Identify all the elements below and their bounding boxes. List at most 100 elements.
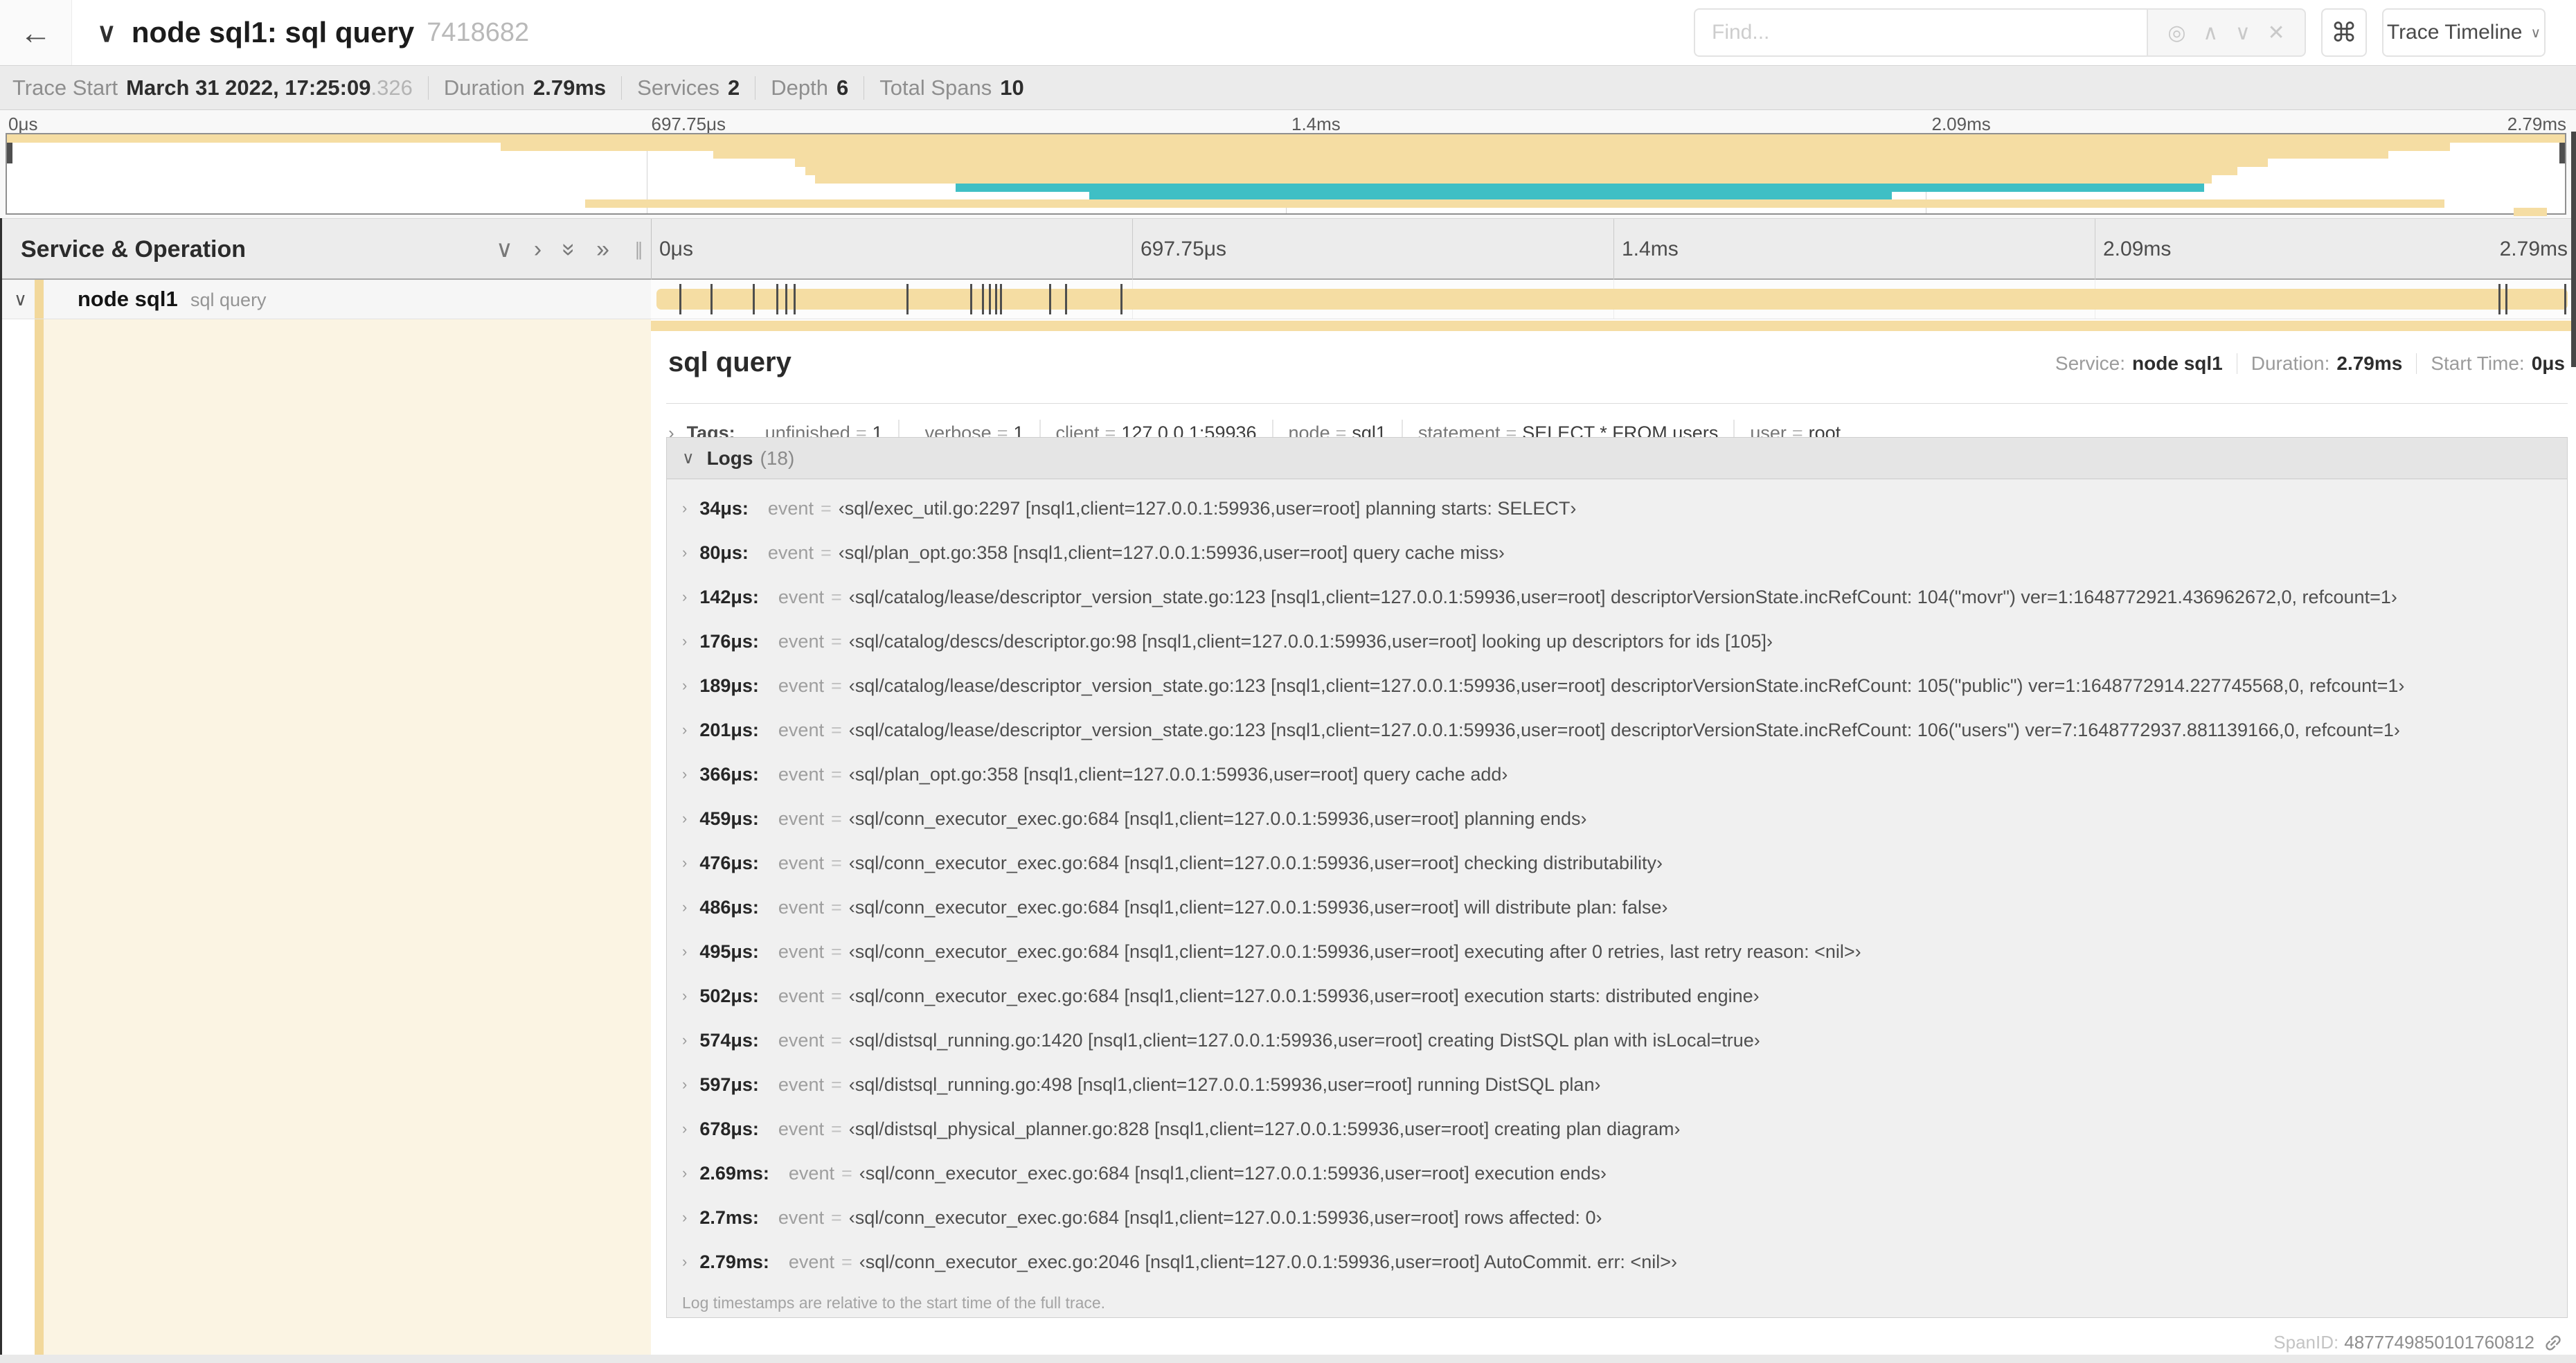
span-name-cell[interactable]: ∨ node sql1 sql query	[0, 280, 651, 319]
collapse-one-icon[interactable]: ∨	[496, 235, 513, 263]
page-header: ← ∨ node sql1: sql query 7418682 ◎∧∨✕ ⌘ …	[0, 0, 2576, 65]
back-button[interactable]: ←	[0, 0, 72, 65]
chevron-right-icon[interactable]: ›	[682, 810, 687, 828]
chevron-right-icon[interactable]: ›	[682, 943, 687, 961]
locate-icon[interactable]: ◎	[2167, 21, 2185, 45]
next-match-icon[interactable]: ∨	[2235, 21, 2251, 45]
log-timestamp: 176μs:	[699, 630, 759, 652]
log-tick-marker	[679, 284, 681, 314]
log-row[interactable]: › 502μs: event = ‹sql/conn_executor_exec.go:…	[667, 974, 2567, 1018]
chevron-right-icon[interactable]: ›	[682, 588, 687, 606]
stat-label: Duration:	[2251, 353, 2330, 374]
minimap-canvas[interactable]	[6, 133, 2566, 216]
expand-one-icon[interactable]: ›	[534, 236, 542, 263]
log-equals: =	[830, 719, 842, 740]
chevron-down-icon[interactable]: ∨	[682, 448, 695, 468]
trace-title: node sql1: sql query	[131, 16, 415, 48]
log-row[interactable]: › 366μs: event = ‹sql/plan_opt.go:358 [nsql1…	[667, 752, 2567, 796]
trace-collapse-icon[interactable]: ∨	[97, 17, 116, 48]
log-timestamp: 2.7ms:	[699, 1206, 759, 1228]
log-value: ‹sql/distsql_physical_planner.go:828 [ns…	[848, 1118, 1681, 1139]
detail-overview-stats: Service: node sql1 Duration: 2.79ms Start Ti…	[2055, 353, 2565, 375]
chevron-right-icon[interactable]: ›	[682, 544, 687, 562]
column-splitter[interactable]	[651, 219, 652, 280]
span-duration-bar[interactable]	[656, 284, 2568, 314]
summary-item-suffix: .326	[370, 75, 413, 100]
find-input[interactable]	[1694, 8, 2147, 57]
log-timestamp: 502μs:	[699, 985, 759, 1006]
summary-item-label: Trace Start	[12, 75, 118, 100]
log-timestamp: 486μs:	[699, 896, 759, 918]
log-tick-marker	[2498, 284, 2501, 314]
chevron-right-icon[interactable]: ›	[682, 898, 687, 916]
log-row[interactable]: › 678μs: event = ‹sql/distsql_physical_plann…	[667, 1107, 2567, 1151]
collapse-all-icon[interactable]: »	[555, 243, 582, 256]
log-row[interactable]: › 2.69ms: event = ‹sql/conn_executor_exec.go…	[667, 1151, 2567, 1195]
log-equals: =	[841, 1162, 852, 1184]
chevron-right-icon[interactable]: ›	[682, 1164, 687, 1182]
chevron-right-icon[interactable]: ›	[682, 1209, 687, 1227]
minimap-span	[584, 199, 2445, 208]
log-row[interactable]: › 176μs: event = ‹sql/catalog/descs/descript…	[667, 619, 2567, 663]
chevron-right-icon[interactable]: ›	[682, 632, 687, 650]
timeline-tick-label: 2.79ms	[2499, 238, 2568, 260]
log-tick-marker	[776, 284, 779, 314]
stat-label: Start Time:	[2431, 353, 2525, 374]
chevron-right-icon[interactable]: ›	[682, 721, 687, 739]
log-row[interactable]: › 2.7ms: event = ‹sql/conn_executor_exec.go:…	[667, 1195, 2567, 1240]
span-id-label: SpanID:	[2273, 1332, 2339, 1353]
summary-item-value: 10	[1000, 75, 1024, 100]
clear-icon[interactable]: ✕	[2267, 21, 2284, 45]
log-field-name: event	[778, 630, 824, 652]
log-row[interactable]: › 495μs: event = ‹sql/conn_executor_exec.go:…	[667, 929, 2567, 974]
log-row[interactable]: › 486μs: event = ‹sql/conn_executor_exec.go:…	[667, 885, 2567, 929]
column-resizer-grip[interactable]: ∥	[634, 219, 643, 280]
log-equals: =	[820, 497, 832, 519]
service-operation-header: Service & Operation	[21, 236, 247, 262]
detail-row-accent	[651, 321, 2576, 331]
span-color-strip	[35, 280, 44, 319]
timeline-gridline	[1132, 219, 1133, 280]
log-equals: =	[830, 852, 842, 873]
chevron-right-icon[interactable]: ›	[682, 499, 687, 517]
chevron-right-icon[interactable]: ›	[682, 1253, 687, 1271]
log-equals: =	[830, 1206, 842, 1228]
prev-match-icon[interactable]: ∧	[2203, 21, 2218, 45]
log-row[interactable]: › 476μs: event = ‹sql/conn_executor_exec.go:…	[667, 841, 2567, 885]
log-value: ‹sql/conn_executor_exec.go:684 [nsql1,cl…	[848, 896, 1668, 918]
log-row[interactable]: › 2.79ms: event = ‹sql/conn_executor_exec.go…	[667, 1240, 2567, 1284]
log-field-name: event	[778, 896, 824, 918]
log-row[interactable]: › 201μs: event = ‹sql/catalog/lease/descript…	[667, 708, 2567, 752]
log-value: ‹sql/exec_util.go:2297 [nsql1,client=127…	[838, 497, 1577, 519]
log-row[interactable]: › 142μs: event = ‹sql/catalog/lease/descript…	[667, 575, 2567, 619]
chevron-right-icon[interactable]: ›	[682, 1120, 687, 1138]
span-bar-cell[interactable]	[651, 280, 2576, 319]
log-timestamp: 201μs:	[699, 719, 759, 740]
log-row[interactable]: › 459μs: event = ‹sql/conn_executor_exec.go:…	[667, 796, 2567, 841]
chevron-right-icon[interactable]: ›	[682, 854, 687, 872]
log-row[interactable]: › 80μs: event = ‹sql/plan_opt.go:358 [nsql1,…	[667, 531, 2567, 575]
log-row[interactable]: › 597μs: event = ‹sql/distsql_running.go:498…	[667, 1062, 2567, 1107]
expand-all-icon[interactable]: »	[596, 236, 609, 263]
keyboard-shortcuts-button[interactable]: ⌘	[2321, 8, 2367, 57]
stat-value: 0μs	[2531, 353, 2565, 374]
log-row[interactable]: › 34μs: event = ‹sql/exec_util.go:2297 [nsql…	[667, 486, 2567, 531]
log-timestamp: 2.69ms:	[699, 1162, 769, 1184]
span-children-toggle[interactable]: ∨	[14, 280, 27, 319]
link-icon[interactable]	[2539, 1328, 2568, 1357]
log-row[interactable]: › 189μs: event = ‹sql/catalog/lease/descript…	[667, 663, 2567, 708]
log-row[interactable]: › 574μs: event = ‹sql/distsql_running.go:142…	[667, 1018, 2567, 1062]
chevron-right-icon[interactable]: ›	[682, 1076, 687, 1094]
chevron-right-icon[interactable]: ›	[682, 987, 687, 1005]
vertical-scrollbar-thumb[interactable]	[2571, 132, 2576, 367]
trace-view-selector[interactable]: Trace Timeline ∨	[2382, 8, 2546, 57]
stat-value: 2.79ms	[2336, 353, 2403, 374]
log-value: ‹sql/plan_opt.go:358 [nsql1,client=127.0…	[848, 763, 1508, 785]
log-tick-marker	[988, 284, 991, 314]
summary-item-label: Duration	[443, 75, 525, 100]
chevron-right-icon[interactable]: ›	[682, 677, 687, 695]
chevron-right-icon[interactable]: ›	[682, 1031, 687, 1049]
logs-header[interactable]: ∨ Logs (18)	[667, 438, 2567, 479]
span-row[interactable]: ∨ node sql1 sql query	[0, 280, 2576, 319]
chevron-right-icon[interactable]: ›	[682, 765, 687, 783]
